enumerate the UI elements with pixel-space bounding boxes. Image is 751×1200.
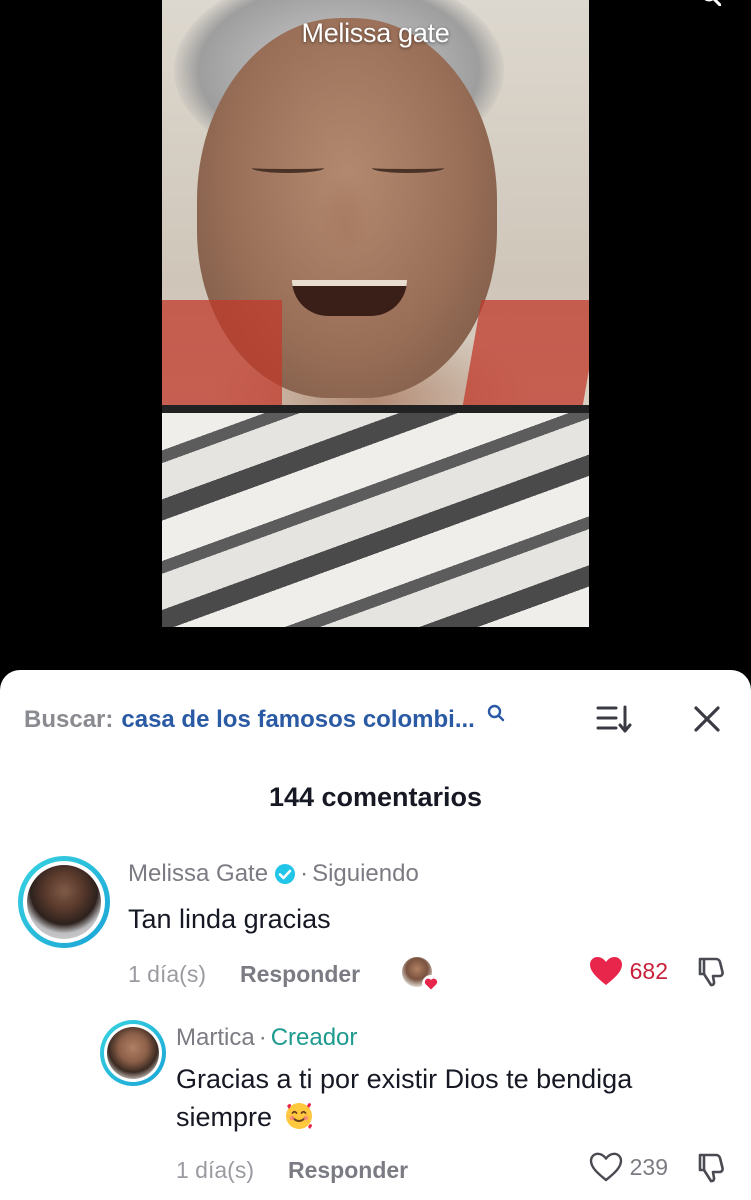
reply-item: Martica · Creador Gracias a ti por exist… [0, 1020, 751, 1200]
search-term[interactable]: casa de los famosos colombi... [121, 706, 474, 734]
liked-by-creator-icon [402, 957, 441, 993]
mini-heart-icon [422, 975, 441, 993]
like-group: 682 [588, 954, 728, 988]
comment-author[interactable]: Martica [176, 1024, 255, 1052]
like-group: 239 [588, 1150, 728, 1184]
avatar[interactable] [18, 856, 110, 948]
video-blanket [162, 405, 589, 627]
search-magnifier-icon [487, 704, 505, 722]
reply-button[interactable]: Responder [240, 961, 360, 988]
smiling-face-with-hearts-icon [285, 1103, 312, 1129]
search-prefix: Buscar: [24, 706, 114, 733]
heart-filled-icon[interactable] [588, 955, 624, 987]
comments-count: 144 comentarios [268, 782, 483, 812]
following-label: Siguiendo [312, 860, 419, 887]
dislike-icon[interactable] [694, 1150, 728, 1184]
video-nose [315, 168, 375, 248]
video-mouth [292, 280, 407, 316]
related-search-link[interactable]: Buscar: casa de los famosos colombi... [24, 704, 505, 736]
meta-separator: · [258, 1024, 267, 1051]
reply-button[interactable]: Responder [288, 1157, 408, 1184]
comment-text: Tan linda gracias [128, 904, 331, 934]
dislike-icon[interactable] [694, 954, 728, 988]
comment-time: 1 día(s) [176, 1156, 254, 1183]
sort-icon[interactable] [596, 704, 632, 734]
creator-tag: Creador [270, 1024, 358, 1051]
comment-actions: 1 día(s) Responder 239 [176, 1150, 728, 1190]
avatar-photo [27, 865, 101, 939]
comment-text: Gracias a ti por existir Dios te bendiga… [176, 1060, 721, 1136]
comment-time: 1 día(s) [128, 960, 206, 987]
heart-outline-icon[interactable] [588, 1151, 624, 1183]
comment-item: Melissa Gate · Siguiendo Tan linda graci… [0, 856, 751, 993]
meta-separator: · [300, 860, 309, 887]
close-icon[interactable] [690, 702, 724, 736]
like-count: 239 [629, 1153, 668, 1180]
like-count: 682 [629, 957, 668, 984]
comment-meta: Martica · Creador [176, 1024, 357, 1052]
video-eye-left [252, 163, 324, 173]
search-icon[interactable] [701, 0, 721, 6]
comment-author[interactable]: Melissa Gate [128, 860, 268, 888]
video-eye-right [372, 163, 444, 173]
verified-badge-icon [275, 864, 296, 884]
avatar-photo [107, 1027, 159, 1079]
avatar[interactable] [100, 1020, 166, 1086]
video-player[interactable]: Melissa gate [0, 0, 751, 690]
comments-sheet: Buscar: casa de los famosos colombi... 1… [0, 670, 751, 1200]
video-frame[interactable] [162, 0, 589, 627]
video-title: Melissa gate [301, 18, 450, 48]
comment-meta: Melissa Gate · Siguiendo [128, 860, 419, 888]
comment-text-content: Gracias a ti por existir Dios te bendiga… [176, 1064, 633, 1132]
comment-actions: 1 día(s) Responder 682 [128, 954, 728, 994]
